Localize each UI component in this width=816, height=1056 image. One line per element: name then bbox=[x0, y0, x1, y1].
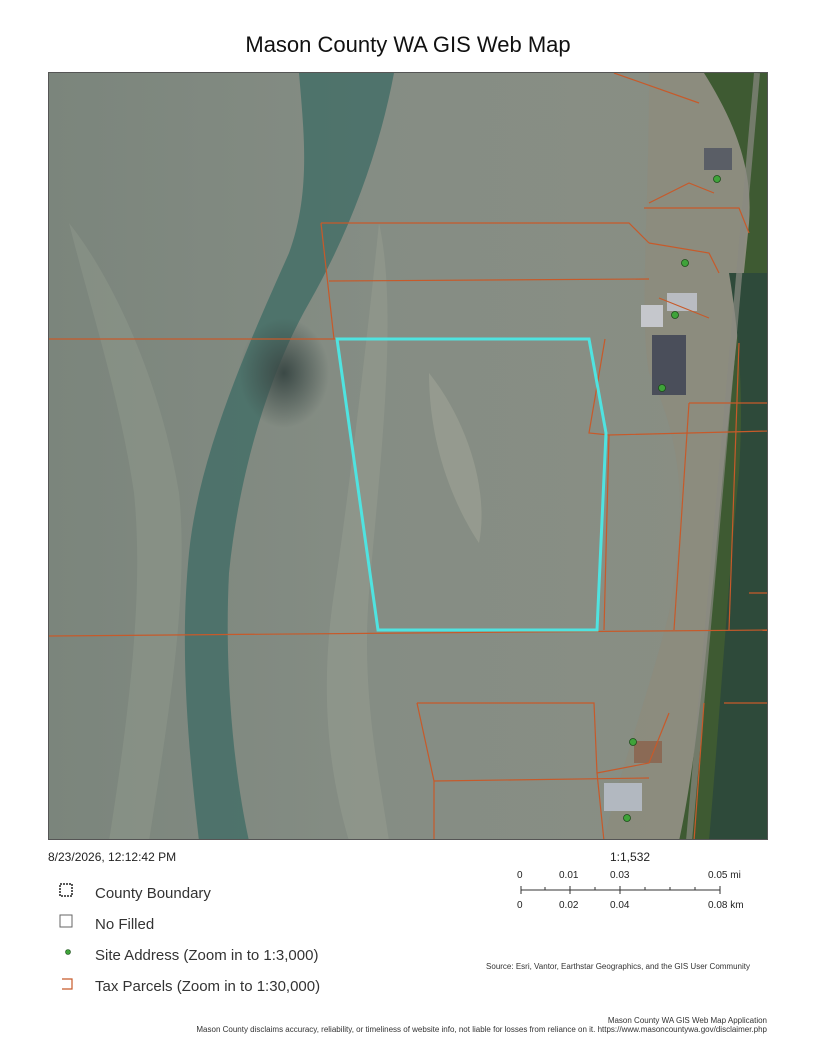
aerial-imagery bbox=[49, 73, 767, 839]
site-address-dot-icon bbox=[65, 949, 71, 955]
legend-label: County Boundary bbox=[95, 885, 211, 902]
site-address-point[interactable] bbox=[671, 311, 679, 319]
site-address-point[interactable] bbox=[623, 814, 631, 822]
scale-label-km: 0.04 bbox=[610, 900, 630, 911]
scale-label-km: 0 bbox=[517, 900, 523, 911]
scale-label-mi: 0.03 bbox=[610, 870, 630, 881]
site-address-point[interactable] bbox=[681, 259, 689, 267]
scale-label-km: 0.02 bbox=[559, 900, 579, 911]
no-filled-icon bbox=[59, 914, 73, 928]
scale-label-mi: 0.05 mi bbox=[708, 870, 741, 881]
tax-parcel-icon bbox=[62, 978, 73, 990]
legend-label: No Filled bbox=[95, 916, 155, 933]
disclaimer-text: Mason County disclaims accuracy, reliabi… bbox=[196, 1025, 767, 1034]
print-timestamp: 8/23/2026, 12:12:42 PM bbox=[48, 850, 177, 864]
scale-label-km: 0.08 km bbox=[708, 900, 744, 911]
county-boundary-icon bbox=[59, 883, 73, 897]
site-address-point[interactable] bbox=[713, 175, 721, 183]
legend-label: Tax Parcels (Zoom in to 1:30,000) bbox=[95, 978, 321, 995]
scale-bar: 1:1,532 0 0.01 0.03 0.05 mi 0 0.02 0.04 … bbox=[500, 850, 760, 920]
imagery-source-credit: Source: Esri, Vantor, Earthstar Geograph… bbox=[486, 962, 750, 971]
scale-label-mi: 0.01 bbox=[559, 870, 579, 881]
legend-label: Site Address (Zoom in to 1:3,000) bbox=[95, 947, 319, 964]
map-title: Mason County WA GIS Web Map bbox=[245, 32, 571, 57]
scale-label-mi: 0 bbox=[517, 870, 523, 881]
map-view[interactable] bbox=[48, 72, 768, 840]
site-address-point[interactable] bbox=[658, 384, 666, 392]
application-name: Mason County WA GIS Web Map Application bbox=[607, 1016, 767, 1025]
site-address-point[interactable] bbox=[629, 738, 637, 746]
